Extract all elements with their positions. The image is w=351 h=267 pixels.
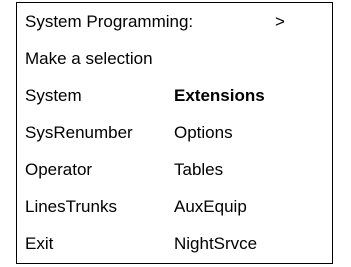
menu-item-extensions[interactable]: Extensions: [174, 87, 265, 104]
display-title-row: System Programming: >: [17, 3, 332, 40]
menu-row-2: SysRenumber Options: [17, 114, 332, 151]
menu-item-auxequip[interactable]: AuxEquip: [174, 198, 247, 215]
next-page-arrow[interactable]: >: [275, 13, 285, 30]
selection-prompt: Make a selection: [25, 49, 153, 68]
menu-item-system[interactable]: System: [25, 87, 82, 104]
menu-item-sysrenumber[interactable]: SysRenumber: [25, 124, 133, 141]
menu-item-nightsrvce[interactable]: NightSrvce: [174, 235, 257, 252]
menu-row-1: System Extensions: [17, 77, 332, 114]
display-title: System Programming:: [25, 12, 194, 31]
menu-item-options[interactable]: Options: [174, 124, 233, 141]
prompt-row: Make a selection: [17, 40, 332, 77]
menu-row-5: Exit NightSrvce: [17, 225, 332, 262]
menu-row-3: Operator Tables: [17, 151, 332, 188]
menu-item-operator[interactable]: Operator: [25, 161, 92, 178]
menu-item-tables[interactable]: Tables: [174, 161, 223, 178]
phone-display-screen: System Programming: > Make a selection S…: [16, 2, 333, 264]
menu-item-linestrunks[interactable]: LinesTrunks: [25, 198, 117, 215]
menu-item-exit[interactable]: Exit: [25, 235, 53, 252]
menu-row-4: LinesTrunks AuxEquip: [17, 188, 332, 225]
